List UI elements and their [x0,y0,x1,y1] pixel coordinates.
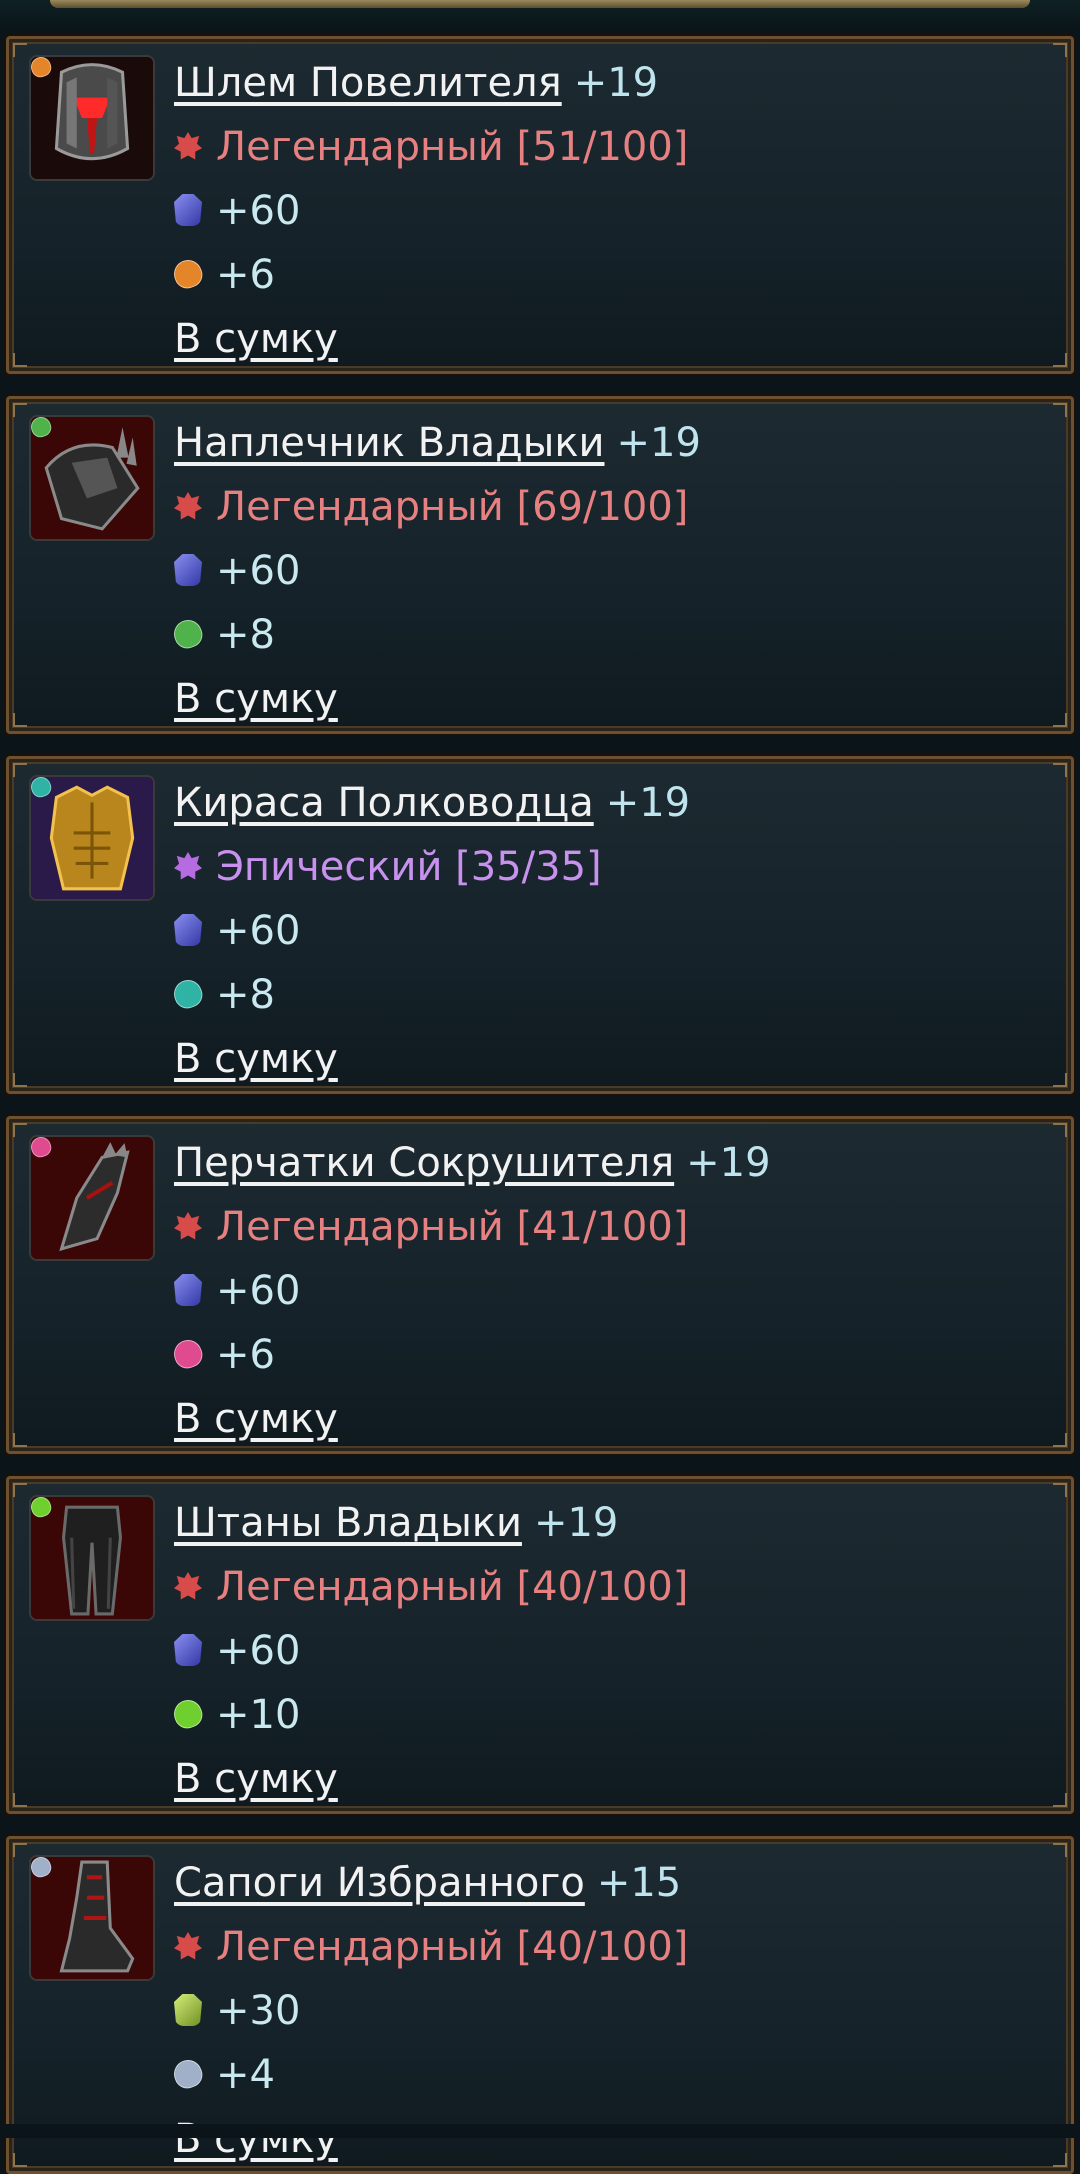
item-level: +19 [533,1500,619,1546]
frame-corner [13,403,27,417]
stone-value: +4 [216,2052,275,2098]
item-rarity: Эпический [35/35] [216,844,602,890]
to-bag-link[interactable]: В сумку [174,1756,338,1802]
top-frame-ornament [50,0,1030,8]
item-rarity: Легендарный [51/100] [216,124,689,170]
frame-corner [13,43,27,57]
item-name[interactable]: Шлем Повелителя [174,60,562,106]
item-level: +15 [596,1860,682,1906]
frame-corner [1053,403,1067,417]
stone-icon [170,1696,206,1732]
stone-icon [170,1336,206,1372]
frame-corner [1053,713,1067,727]
armor-value: +60 [216,548,301,594]
legendary-rarity-icon [174,1572,202,1600]
bottom-edge [0,2124,1080,2138]
frame-corner [13,2153,27,2167]
frame-corner [13,1843,27,1857]
item-rarity: Легендарный [41/100] [216,1204,689,1250]
item-name[interactable]: Перчатки Сокрушителя [174,1140,674,1186]
frame-corner [1053,1793,1067,1807]
stone-icon [170,976,206,1012]
item-level: +19 [686,1140,771,1186]
item-rarity: Легендарный [40/100] [216,1924,689,1970]
frame-corner [13,353,27,367]
stone-value: +8 [216,612,275,658]
item-name[interactable]: Наплечник Владыки [174,420,605,466]
armor-value: +60 [216,1628,301,1674]
armor-icon [174,1994,202,2026]
armor-value: +60 [216,908,301,954]
stone-icon [170,256,206,292]
armor-value: +60 [216,188,301,234]
item-level: +19 [573,60,659,106]
stone-value: +10 [216,1692,301,1738]
stone-value: +6 [216,252,275,298]
armor-icon [174,1634,202,1666]
armor-value: +30 [216,1988,301,2034]
stone-icon [170,2056,206,2092]
armor-icon [174,194,202,226]
item-rarity: Легендарный [40/100] [216,1564,689,1610]
to-bag-link[interactable]: В сумку [174,316,338,362]
frame-corner [13,1793,27,1807]
frame-corner [13,763,27,777]
to-bag-link[interactable]: В сумку [174,1036,338,1082]
top-frame [0,0,1080,30]
frame-corner [13,1483,27,1497]
to-bag-link[interactable]: В сумку [174,676,338,722]
frame-corner [1053,2153,1067,2167]
legendary-rarity-icon [174,492,202,520]
frame-corner [13,1073,27,1087]
item-name[interactable]: Сапоги Избранного [174,1860,585,1906]
frame-corner [1053,1483,1067,1497]
frame-corner [1053,1433,1067,1447]
legendary-rarity-icon [174,1932,202,1960]
item-rarity: Легендарный [69/100] [216,484,689,530]
item-card: Наплечник Владыки +19 Легендарный [69/100… [6,396,1074,734]
frame-corner [1053,1843,1067,1857]
item-name[interactable]: Кираса Полководца [174,780,594,826]
epic-rarity-icon [174,852,202,880]
armor-value: +60 [216,1268,301,1314]
stone-value: +8 [216,972,275,1018]
armor-icon [174,1274,202,1306]
item-name[interactable]: Штаны Владыки [174,1500,522,1546]
item-card: Штаны Владыки +19 Легендарный [40/100] +6… [6,1476,1074,1814]
frame-corner [1053,763,1067,777]
frame-corner [1053,1073,1067,1087]
item-card: Перчатки Сокрушителя +19 Легендарный [41/… [6,1116,1074,1454]
frame-corner [1053,43,1067,57]
frame-corner [13,1123,27,1137]
frame-corner [13,1433,27,1447]
legendary-rarity-icon [174,132,202,160]
to-bag-link[interactable]: В сумку [174,2116,338,2162]
armor-icon [174,554,202,586]
frame-corner [13,713,27,727]
to-bag-link[interactable]: В сумку [174,1396,338,1442]
item-level: +19 [616,420,701,466]
frame-corner [1053,1123,1067,1137]
legendary-rarity-icon [174,1212,202,1240]
stone-icon [170,616,206,652]
frame-corner [1053,353,1067,367]
item-card: Шлем Повелителя +19 Легендарный [51/100] … [6,36,1074,374]
stone-value: +6 [216,1332,275,1378]
item-level: +19 [605,780,691,826]
armor-icon [174,914,202,946]
item-card: Кираса Полководца +19 Эпический [35/35] +… [6,756,1074,1094]
